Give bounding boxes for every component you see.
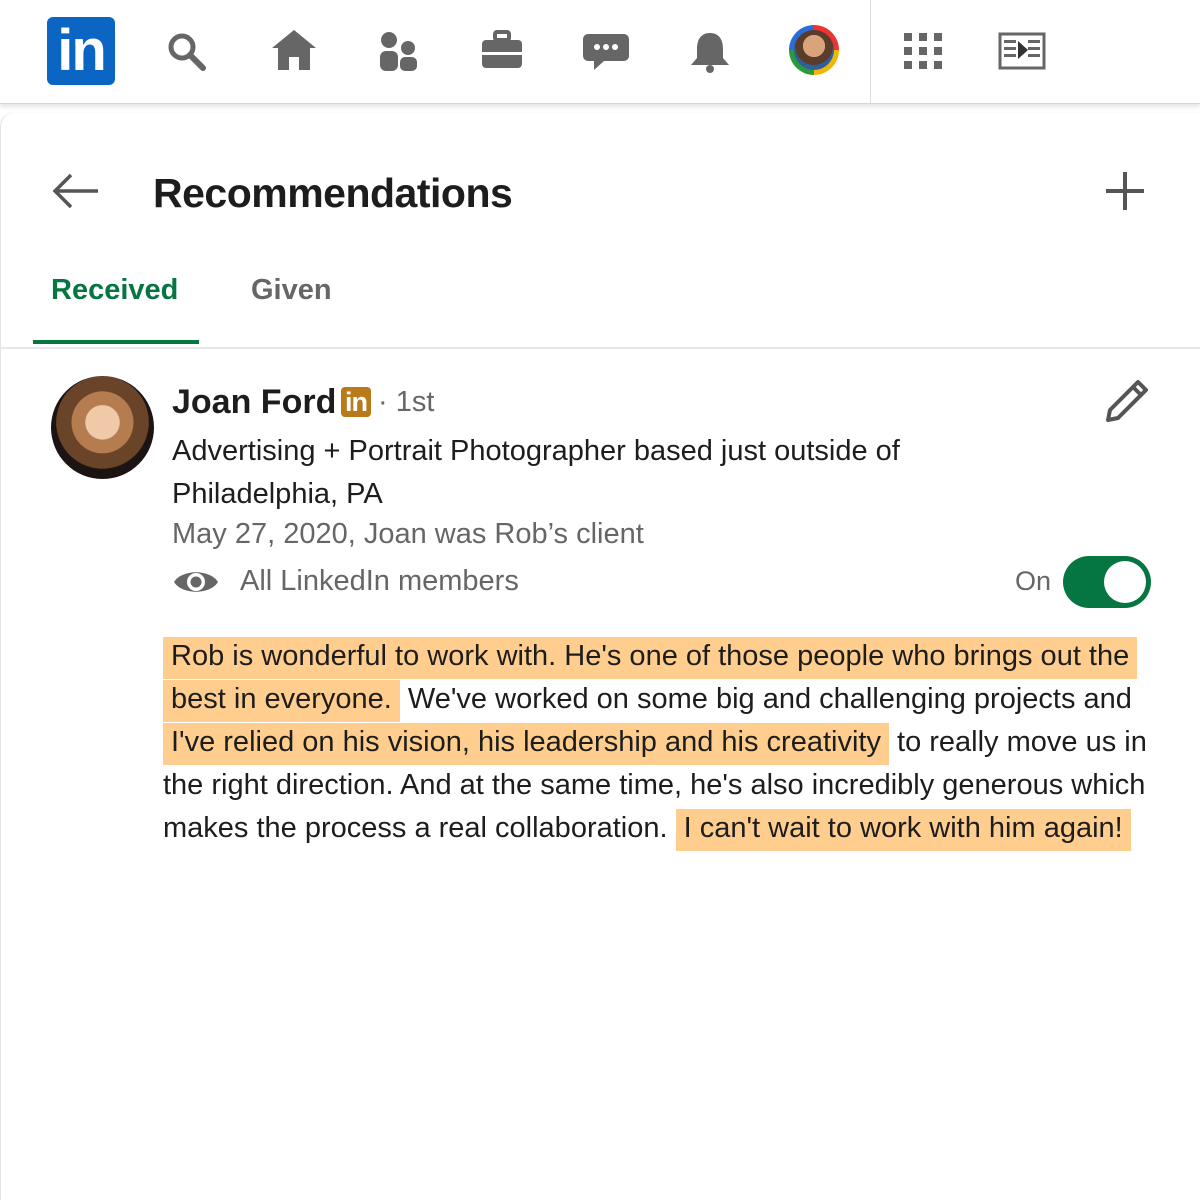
eye-icon <box>174 572 218 592</box>
active-tab-indicator <box>33 340 199 344</box>
me-avatar-image <box>794 30 834 70</box>
jobs-icon[interactable] <box>480 30 524 70</box>
learning-video-icon[interactable] <box>998 32 1046 70</box>
nav-divider <box>870 0 871 103</box>
linkedin-logo[interactable]: in <box>47 17 115 85</box>
highlighted-text: I can't wait to work with him again! <box>675 809 1131 851</box>
back-arrow-icon[interactable] <box>52 172 100 210</box>
recommender-name[interactable]: Joan Ford <box>172 383 336 422</box>
apps-grid-icon[interactable] <box>903 32 943 70</box>
recommender-avatar[interactable] <box>51 376 154 479</box>
messaging-icon[interactable] <box>582 32 630 72</box>
linkedin-badge-icon: in <box>341 387 371 417</box>
recommendation-tabs: Received Given <box>0 260 1200 349</box>
recommender-headline: Advertising + Portrait Photographer base… <box>172 435 900 510</box>
page-title: Recommendations <box>153 170 513 216</box>
plain-text: We've worked on some big and challenging… <box>407 683 1132 715</box>
recommendation-date-relationship: May 27, 2020, Joan was Rob’s client <box>172 518 644 550</box>
tab-received[interactable]: Received <box>51 274 178 307</box>
me-avatar[interactable] <box>789 25 839 75</box>
notifications-icon[interactable] <box>688 30 732 74</box>
connection-degree: · 1st <box>378 386 435 418</box>
recommendation-text: Rob is wonderful to work with. He's one … <box>163 635 1163 851</box>
my-network-icon[interactable] <box>378 30 418 72</box>
edit-pencil-icon[interactable] <box>1104 378 1150 424</box>
toggle-state-label: On <box>1015 566 1052 596</box>
top-navigation-bar: in <box>0 0 1200 104</box>
add-recommendation-icon[interactable] <box>1104 170 1146 212</box>
search-icon[interactable] <box>166 31 208 73</box>
home-icon[interactable] <box>270 28 318 72</box>
toggle-knob <box>1104 561 1146 603</box>
highlighted-text: I've relied on his vision, his leadershi… <box>163 723 889 765</box>
tab-given[interactable]: Given <box>251 274 332 307</box>
visibility-setting: All LinkedIn members <box>240 565 519 597</box>
show-recommendation-toggle[interactable] <box>1063 556 1151 608</box>
